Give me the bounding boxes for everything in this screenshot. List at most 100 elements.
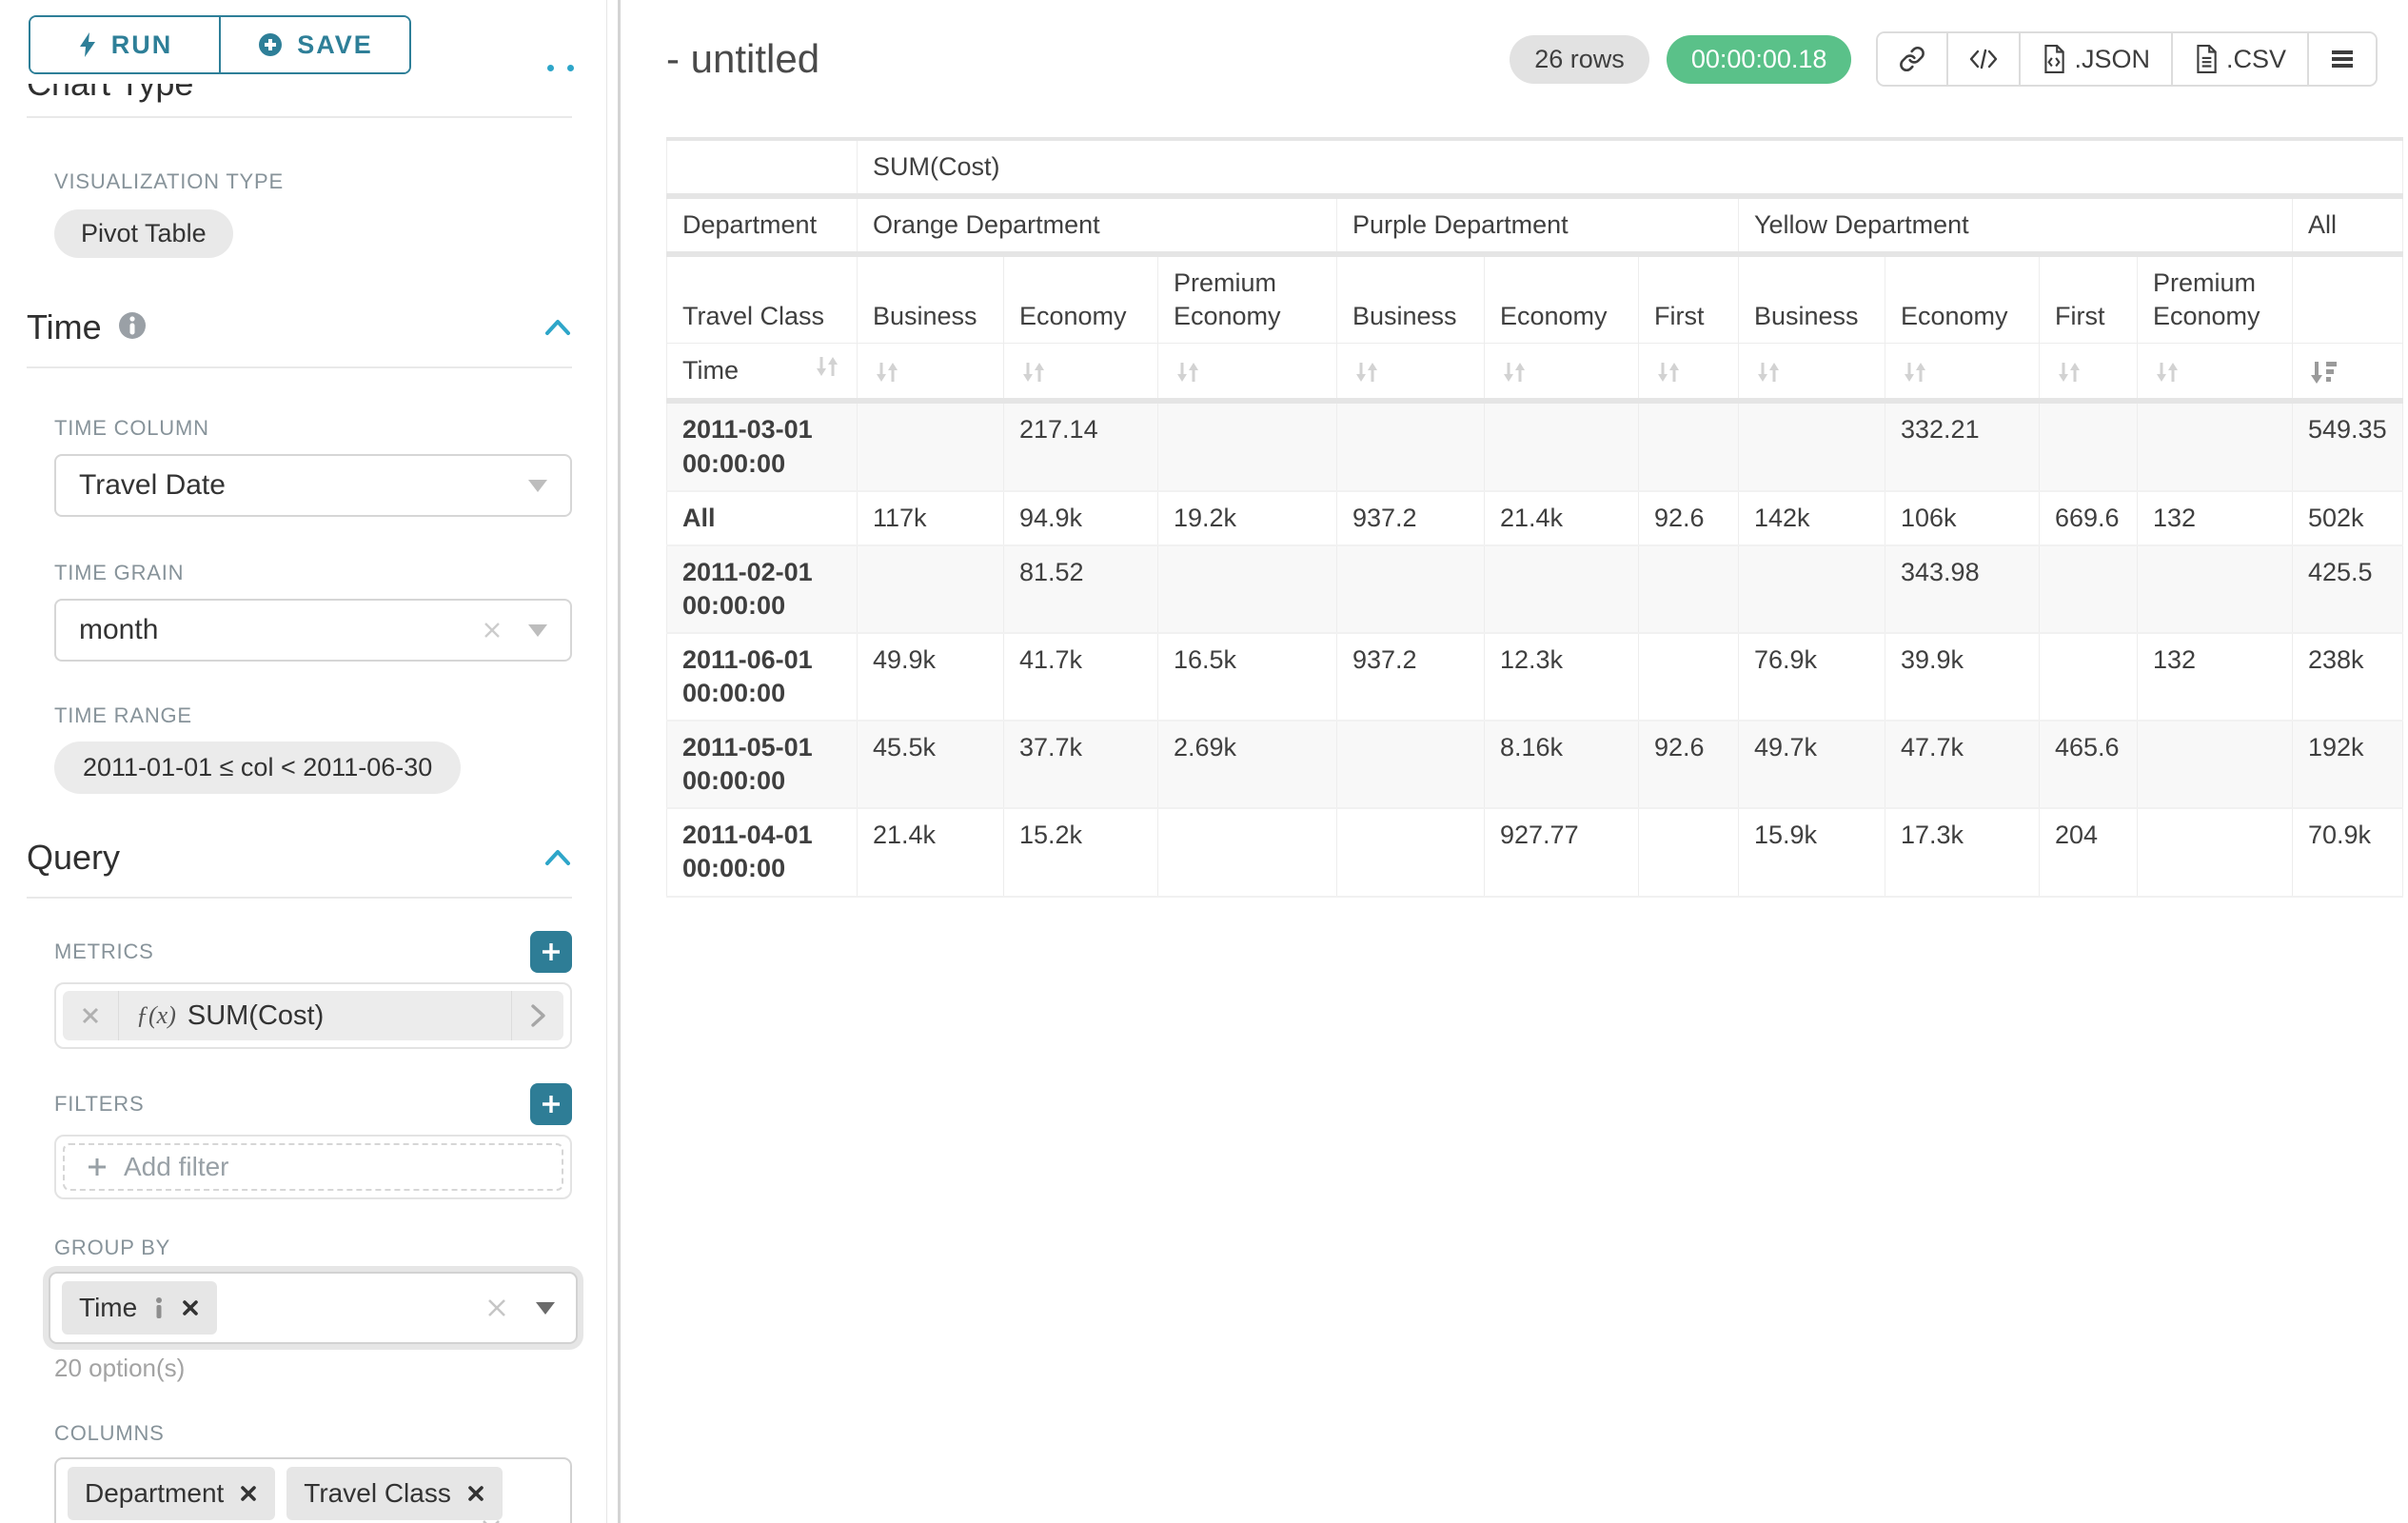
pivot-cell: 94.9k bbox=[1004, 491, 1158, 545]
sort-updown-icon[interactable] bbox=[813, 353, 841, 380]
pivot-cell bbox=[1337, 721, 1485, 808]
remove-tag-icon[interactable] bbox=[239, 1484, 258, 1503]
pivot-row: 2011-04-01 00:00:0021.4k15.2k927.7715.9k… bbox=[667, 808, 2403, 896]
chevron-up-icon[interactable] bbox=[543, 318, 572, 337]
menu-button[interactable] bbox=[2307, 33, 2376, 85]
info-icon[interactable] bbox=[117, 310, 148, 346]
metric-header-row: SUM(Cost) bbox=[667, 139, 2403, 196]
view-query-button[interactable] bbox=[1946, 33, 2019, 85]
sort-control[interactable] bbox=[1639, 344, 1739, 402]
department-header-row: Department Orange Department Purple Depa… bbox=[667, 196, 2403, 254]
sort-control[interactable] bbox=[1337, 344, 1485, 402]
metric-header: SUM(Cost) bbox=[858, 139, 2403, 196]
sort-control[interactable] bbox=[1885, 344, 2040, 402]
panel-divider[interactable] bbox=[607, 0, 621, 1523]
subcolumn-header: Business bbox=[1739, 254, 1885, 344]
pivot-row: 2011-05-01 00:00:0045.5k37.7k2.69k8.16k9… bbox=[667, 721, 2403, 808]
pivot-cell bbox=[1337, 401, 1485, 490]
pivot-cell bbox=[1485, 401, 1639, 490]
panel-resize-grip[interactable] bbox=[547, 65, 574, 71]
sort-updown-icon[interactable] bbox=[1654, 359, 1683, 386]
sort-updown-icon[interactable] bbox=[1901, 359, 1929, 386]
add-filter-button[interactable]: Add filter bbox=[63, 1143, 563, 1191]
sort-updown-icon[interactable] bbox=[1352, 359, 1381, 386]
pivot-cell: 132 bbox=[2138, 633, 2293, 721]
pivot-row-label: 2011-03-01 00:00:00 bbox=[667, 401, 858, 490]
columns-tag-travel-class[interactable]: Travel Class bbox=[286, 1467, 503, 1520]
clear-all-icon[interactable] bbox=[484, 1296, 509, 1320]
run-button[interactable]: RUN bbox=[30, 17, 219, 72]
sort-updown-icon[interactable] bbox=[1754, 359, 1783, 386]
time-column-select[interactable]: Travel Date bbox=[54, 454, 572, 517]
hamburger-menu-icon bbox=[2330, 49, 2355, 69]
clear-all-icon[interactable] bbox=[479, 1516, 503, 1523]
time-grain-select[interactable]: month bbox=[54, 599, 572, 662]
pivot-row: 2011-03-01 00:00:00217.14332.21549.35 bbox=[667, 401, 2403, 490]
caret-down-icon[interactable] bbox=[536, 1302, 555, 1315]
sort-updown-icon[interactable] bbox=[873, 359, 901, 386]
sort-updown-icon[interactable] bbox=[1500, 359, 1529, 386]
pivot-cell bbox=[858, 401, 1004, 490]
column-group-yellow: Yellow Department bbox=[1739, 196, 2293, 254]
columns-select[interactable]: Department Travel Class bbox=[54, 1457, 572, 1523]
chevron-right-icon[interactable] bbox=[511, 991, 563, 1040]
group-by-tag-time[interactable]: Time bbox=[62, 1281, 217, 1335]
sort-header-row: Time bbox=[667, 344, 2403, 402]
pivot-cell: 17.3k bbox=[1885, 808, 2040, 896]
add-filter-plus-button[interactable] bbox=[530, 1083, 572, 1125]
viz-type-pill[interactable]: Pivot Table bbox=[54, 209, 233, 258]
export-json-button[interactable]: .JSON bbox=[2019, 33, 2171, 85]
sort-descending-icon[interactable] bbox=[2308, 359, 2339, 386]
add-metric-button[interactable] bbox=[530, 931, 572, 973]
sort-control[interactable] bbox=[813, 353, 841, 388]
csv-file-icon bbox=[2194, 45, 2219, 73]
remove-metric-icon[interactable] bbox=[63, 991, 119, 1040]
time-range-pill[interactable]: 2011-01-01 ≤ col < 2011-06-30 bbox=[54, 742, 461, 794]
sort-control[interactable] bbox=[1158, 344, 1337, 402]
caret-down-icon bbox=[528, 480, 547, 492]
sort-control[interactable] bbox=[858, 344, 1004, 402]
chevron-up-icon[interactable] bbox=[543, 848, 572, 867]
export-csv-button[interactable]: .CSV bbox=[2171, 33, 2307, 85]
group-by-select[interactable]: Time bbox=[49, 1272, 578, 1344]
pivot-cell: 192k bbox=[2293, 721, 2403, 808]
pivot-cell: 15.2k bbox=[1004, 808, 1158, 896]
sort-updown-icon[interactable] bbox=[1174, 359, 1202, 386]
plus-circle-icon bbox=[257, 31, 284, 58]
sort-updown-icon[interactable] bbox=[2055, 359, 2083, 386]
corner-empty-cell bbox=[667, 139, 858, 196]
remove-tag-icon[interactable] bbox=[466, 1484, 485, 1503]
sort-updown-icon[interactable] bbox=[2153, 359, 2181, 386]
column-dimension-label: Department bbox=[667, 196, 858, 254]
pivot-cell: 12.3k bbox=[1485, 633, 1639, 721]
chart-title[interactable]: - untitled bbox=[666, 36, 819, 82]
row-count-badge: 26 rows bbox=[1510, 35, 1649, 84]
sort-control[interactable] bbox=[2138, 344, 2293, 402]
pivot-cell: 937.2 bbox=[1337, 633, 1485, 721]
metric-chip[interactable]: ƒ(x) SUM(Cost) bbox=[63, 991, 563, 1040]
add-filter-label: Add filter bbox=[124, 1152, 229, 1182]
plus-icon bbox=[86, 1156, 109, 1178]
clear-icon[interactable] bbox=[481, 619, 503, 642]
columns-tag-department[interactable]: Department bbox=[68, 1467, 275, 1520]
remove-tag-icon[interactable] bbox=[181, 1298, 200, 1317]
sort-control-active[interactable] bbox=[2293, 344, 2403, 402]
query-actions-bar: RUN SAVE bbox=[0, 0, 606, 84]
sort-control[interactable] bbox=[1485, 344, 1639, 402]
save-button[interactable]: SAVE bbox=[219, 17, 409, 72]
sort-control[interactable] bbox=[1739, 344, 1885, 402]
pivot-cell bbox=[1639, 545, 1739, 633]
pivot-cell: 15.9k bbox=[1739, 808, 1885, 896]
pivot-cell: 669.6 bbox=[2040, 491, 2138, 545]
pivot-cell bbox=[2138, 721, 2293, 808]
pivot-cell bbox=[1639, 808, 1739, 896]
pivot-cell: 81.52 bbox=[1004, 545, 1158, 633]
save-button-label: SAVE bbox=[297, 30, 373, 60]
pivot-cell bbox=[2040, 633, 2138, 721]
tag-info-icon[interactable] bbox=[152, 1296, 166, 1320]
sort-control[interactable] bbox=[1004, 344, 1158, 402]
pivot-cell: 238k bbox=[2293, 633, 2403, 721]
sort-updown-icon[interactable] bbox=[1019, 359, 1048, 386]
sort-control[interactable] bbox=[2040, 344, 2138, 402]
share-link-button[interactable] bbox=[1878, 33, 1946, 85]
